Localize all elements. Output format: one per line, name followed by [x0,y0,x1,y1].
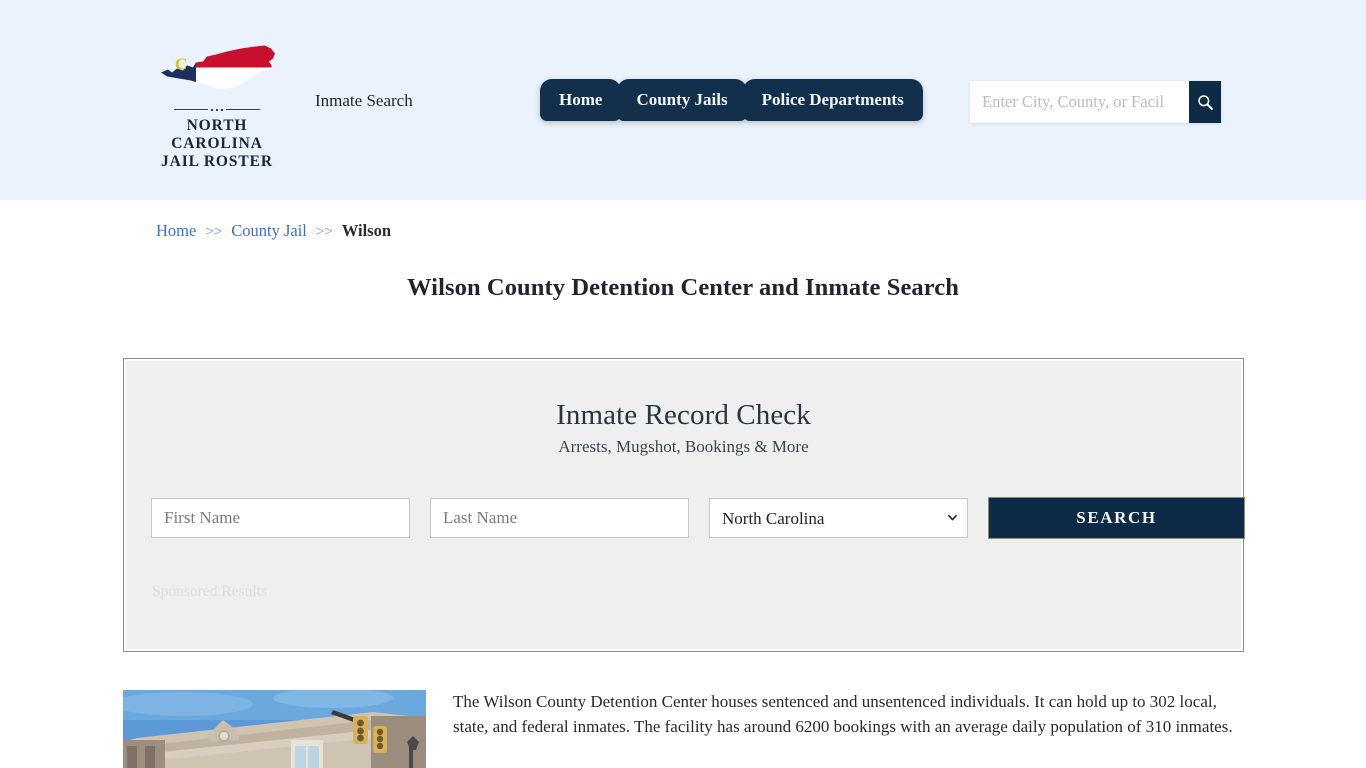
inmate-search-form: North Carolina SEARCH [151,497,1245,539]
header-search-input[interactable] [970,81,1189,123]
page-title: Wilson County Detention Center and Inmat… [0,274,1366,302]
nav-item-police-departments[interactable]: Police Departments [743,79,923,121]
sponsored-results-label: Sponsored Results [152,583,267,601]
last-name-input[interactable] [430,498,689,538]
breadcrumb-item-county-jail[interactable]: County Jail [231,221,307,241]
first-name-input[interactable] [151,498,410,538]
inmate-record-check-panel: Inmate Record Check Arrests, Mugshot, Bo… [123,358,1244,652]
svg-text:C: C [175,55,187,74]
courthouse-building-image [123,690,426,768]
breadcrumb-item-home[interactable]: Home [156,221,196,241]
breadcrumb-item-current: Wilson [342,221,391,241]
breadcrumb-separator: >> [205,224,222,241]
header-search [970,81,1221,123]
state-select-wrapper: North Carolina [709,498,968,538]
main-navigation: Home County Jails Police Departments [540,79,919,121]
logo-line-1: NORTH CAROLINA [141,117,293,153]
facility-description: The Wilson County Detention Center house… [453,690,1243,768]
site-header: C NORTH CAROLINA JAIL ROSTER Inmate Sear… [0,0,1366,200]
breadcrumb: Home >> County Jail >> Wilson [156,221,391,241]
north-carolina-state-map-icon: C [157,38,277,100]
facility-content: The Wilson County Detention Center house… [123,690,1244,768]
nav-item-county-jails[interactable]: County Jails [617,79,746,121]
breadcrumb-separator: >> [316,224,333,241]
facility-photo [123,690,426,768]
site-logo[interactable]: C NORTH CAROLINA JAIL ROSTER [141,38,293,171]
site-tagline: Inmate Search [315,91,413,111]
panel-title: Inmate Record Check [124,399,1243,432]
search-icon [1197,94,1214,111]
state-select[interactable]: North Carolina [709,498,968,538]
inmate-search-submit-button[interactable]: SEARCH [988,497,1245,539]
logo-divider-ornament [162,106,272,113]
nav-item-home[interactable]: Home [540,79,621,121]
panel-subtitle: Arrests, Mugshot, Bookings & More [124,437,1243,457]
logo-line-2: JAIL ROSTER [141,153,293,171]
header-search-button[interactable] [1189,81,1221,123]
